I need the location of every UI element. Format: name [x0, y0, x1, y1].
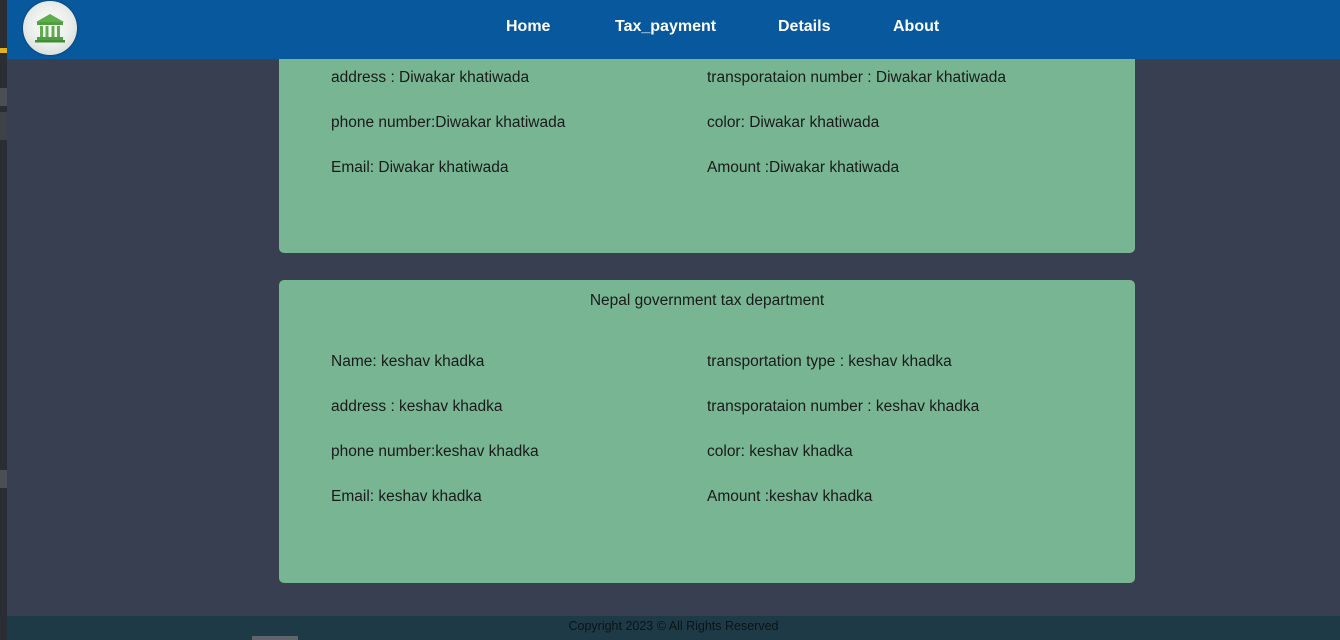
color-field: color: Diwakar khatiwada	[707, 114, 880, 131]
nav-tax-payment[interactable]: Tax_payment	[615, 18, 716, 36]
tax-record-card: Nepal government tax department Name: ke…	[279, 280, 1135, 583]
page-footer: Copyright 2023 © All Rights Reserved	[7, 616, 1340, 640]
horizontal-scrollbar-thumb[interactable]	[252, 636, 298, 640]
left-edge-strip	[0, 0, 7, 640]
nav-about[interactable]: About	[893, 18, 939, 36]
copyright-text: Copyright 2023 © All Rights Reserved	[568, 619, 779, 633]
nav-details[interactable]: Details	[778, 18, 830, 36]
email-field: Email: Diwakar khatiwada	[331, 159, 509, 176]
name-field: Name: keshav khadka	[331, 353, 485, 370]
amount-field: Amount :Diwakar khatiwada	[707, 159, 900, 176]
amount-field: Amount :keshav khadka	[707, 488, 873, 505]
address-field: address : keshav khadka	[331, 398, 503, 415]
transport-type-field: transportation type : keshav khadka	[707, 353, 952, 370]
nav-home[interactable]: Home	[506, 18, 550, 36]
email-field: Email: keshav khadka	[331, 488, 482, 505]
color-field: color: keshav khadka	[707, 443, 853, 460]
transport-number-field: transporataion number : keshav khadka	[707, 398, 980, 415]
edge-marker	[0, 48, 7, 53]
address-field: address : Diwakar khatiwada	[331, 69, 530, 86]
government-building-icon[interactable]	[23, 1, 77, 55]
edge-marker	[0, 88, 7, 106]
card-title: Nepal government tax department	[589, 292, 825, 309]
edge-marker	[0, 112, 7, 140]
phone-field: phone number:keshav khadka	[331, 443, 539, 460]
edge-marker	[0, 470, 7, 488]
phone-field: phone number:Diwakar khatiwada	[331, 114, 566, 131]
transport-number-field: transporataion number : Diwakar khatiwad…	[707, 69, 1006, 86]
top-navbar: Home Tax_payment Details About	[7, 0, 1340, 59]
